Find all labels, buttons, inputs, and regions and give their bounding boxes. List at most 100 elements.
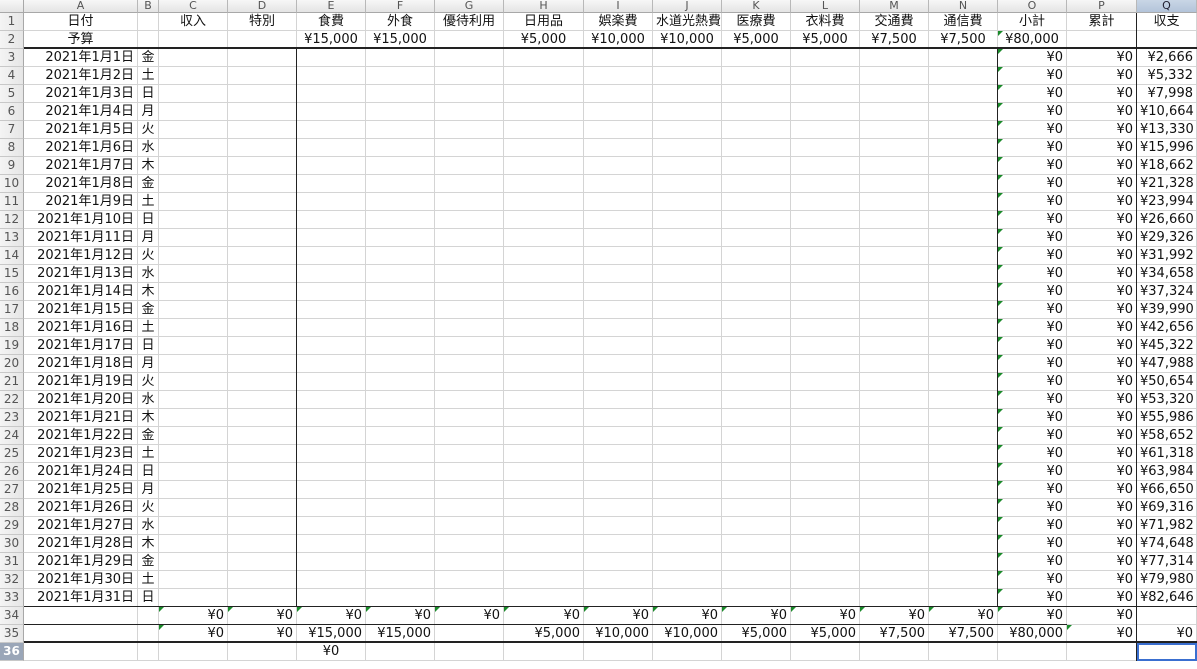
cell-p22[interactable]: ¥0 [1067, 391, 1137, 409]
cell-h7[interactable] [504, 121, 584, 139]
cell-n20[interactable] [929, 355, 998, 373]
cell-d8[interactable] [228, 139, 297, 157]
row-header-33[interactable]: 33 [0, 589, 24, 607]
cell-n27[interactable] [929, 481, 998, 499]
cell-p30[interactable]: ¥0 [1067, 535, 1137, 553]
cell-c4[interactable] [159, 67, 228, 85]
cell-e31[interactable] [297, 553, 366, 571]
cell-o22[interactable]: ¥0 [998, 391, 1067, 409]
cell-m20[interactable] [860, 355, 929, 373]
cell-o14[interactable]: ¥0 [998, 247, 1067, 265]
column-header-a[interactable]: A [24, 0, 138, 13]
cell-b23[interactable]: 木 [138, 409, 159, 427]
cell-e22[interactable] [297, 391, 366, 409]
column-header-g[interactable]: G [435, 0, 504, 13]
cell-q29[interactable]: ¥71,982 [1137, 517, 1197, 535]
cell-e25[interactable] [297, 445, 366, 463]
cell-n17[interactable] [929, 301, 998, 319]
cell-j3[interactable] [653, 49, 722, 67]
cell-q20[interactable]: ¥47,988 [1137, 355, 1197, 373]
cell-e34[interactable]: ¥0 [297, 607, 366, 625]
cell-f17[interactable] [366, 301, 435, 319]
cell-j36[interactable] [653, 643, 722, 661]
cell-b33[interactable]: 日 [138, 589, 159, 607]
cell-c16[interactable] [159, 283, 228, 301]
cell-f6[interactable] [366, 103, 435, 121]
cell-o6[interactable]: ¥0 [998, 103, 1067, 121]
cell-h9[interactable] [504, 157, 584, 175]
cell-e10[interactable] [297, 175, 366, 193]
cell-m27[interactable] [860, 481, 929, 499]
row-header-13[interactable]: 13 [0, 229, 24, 247]
cell-k10[interactable] [722, 175, 791, 193]
cell-g14[interactable] [435, 247, 504, 265]
cell-b28[interactable]: 火 [138, 499, 159, 517]
cell-b24[interactable]: 金 [138, 427, 159, 445]
cell-a33[interactable]: 2021年1月31日 [24, 589, 138, 607]
cell-h20[interactable] [504, 355, 584, 373]
cell-e33[interactable] [297, 589, 366, 607]
row-header-25[interactable]: 25 [0, 445, 24, 463]
cell-k6[interactable] [722, 103, 791, 121]
cell-g17[interactable] [435, 301, 504, 319]
cell-b9[interactable]: 木 [138, 157, 159, 175]
cell-o36[interactable] [998, 643, 1067, 661]
cell-d16[interactable] [228, 283, 297, 301]
cell-m17[interactable] [860, 301, 929, 319]
cell-c9[interactable] [159, 157, 228, 175]
row-header-32[interactable]: 32 [0, 571, 24, 589]
cell-k1[interactable]: 医療費 [722, 13, 791, 31]
cell-c33[interactable] [159, 589, 228, 607]
cell-c34[interactable]: ¥0 [159, 607, 228, 625]
cell-p32[interactable]: ¥0 [1067, 571, 1137, 589]
cell-l28[interactable] [791, 499, 860, 517]
cell-n15[interactable] [929, 265, 998, 283]
row-header-3[interactable]: 3 [0, 49, 24, 67]
cell-j17[interactable] [653, 301, 722, 319]
cell-m13[interactable] [860, 229, 929, 247]
row-header-31[interactable]: 31 [0, 553, 24, 571]
cell-i29[interactable] [584, 517, 653, 535]
cell-i27[interactable] [584, 481, 653, 499]
cell-n14[interactable] [929, 247, 998, 265]
cell-n33[interactable] [929, 589, 998, 607]
cell-i26[interactable] [584, 463, 653, 481]
cell-a30[interactable]: 2021年1月28日 [24, 535, 138, 553]
cell-p8[interactable]: ¥0 [1067, 139, 1137, 157]
cell-h17[interactable] [504, 301, 584, 319]
cell-c30[interactable] [159, 535, 228, 553]
cell-i3[interactable] [584, 49, 653, 67]
cell-q21[interactable]: ¥50,654 [1137, 373, 1197, 391]
cell-f23[interactable] [366, 409, 435, 427]
cell-f14[interactable] [366, 247, 435, 265]
cell-n30[interactable] [929, 535, 998, 553]
cell-f34[interactable]: ¥0 [366, 607, 435, 625]
cell-q25[interactable]: ¥61,318 [1137, 445, 1197, 463]
cell-a8[interactable]: 2021年1月6日 [24, 139, 138, 157]
cell-p25[interactable]: ¥0 [1067, 445, 1137, 463]
cell-n32[interactable] [929, 571, 998, 589]
cell-m14[interactable] [860, 247, 929, 265]
cell-c22[interactable] [159, 391, 228, 409]
column-header-q[interactable]: Q [1137, 0, 1197, 13]
cell-q17[interactable]: ¥39,990 [1137, 301, 1197, 319]
cell-i18[interactable] [584, 319, 653, 337]
cell-q33[interactable]: ¥82,646 [1137, 589, 1197, 607]
cell-e36[interactable]: ¥0 [297, 643, 366, 661]
row-header-12[interactable]: 12 [0, 211, 24, 229]
cell-m16[interactable] [860, 283, 929, 301]
cell-g10[interactable] [435, 175, 504, 193]
cell-i14[interactable] [584, 247, 653, 265]
cell-i12[interactable] [584, 211, 653, 229]
cell-h23[interactable] [504, 409, 584, 427]
cell-l5[interactable] [791, 85, 860, 103]
cell-d14[interactable] [228, 247, 297, 265]
row-header-27[interactable]: 27 [0, 481, 24, 499]
cell-i1[interactable]: 娯楽費 [584, 13, 653, 31]
cell-m34[interactable]: ¥0 [860, 607, 929, 625]
cell-g26[interactable] [435, 463, 504, 481]
cell-m22[interactable] [860, 391, 929, 409]
cell-a32[interactable]: 2021年1月30日 [24, 571, 138, 589]
cell-b16[interactable]: 木 [138, 283, 159, 301]
cell-g20[interactable] [435, 355, 504, 373]
